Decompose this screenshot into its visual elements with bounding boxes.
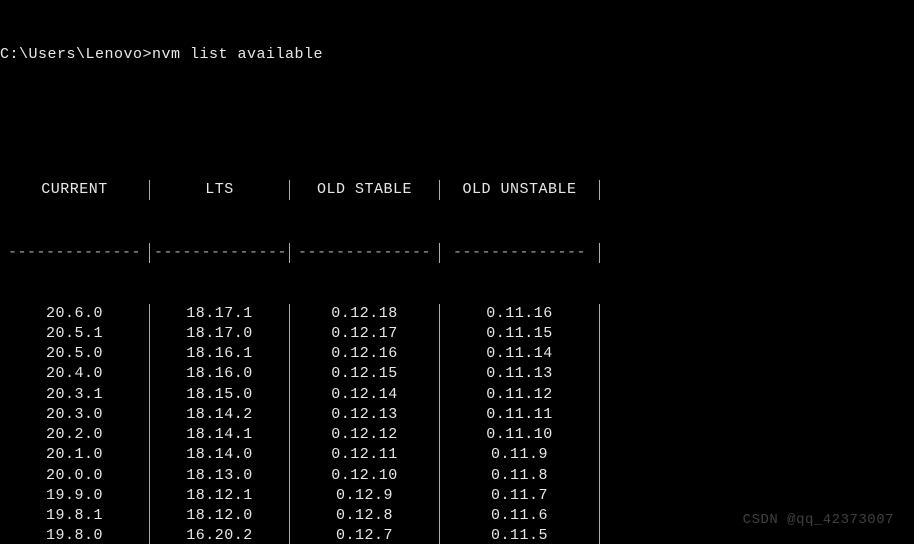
table-cell: 0.12.14 xyxy=(290,385,440,405)
prompt-path: C:\Users\Lenovo> xyxy=(0,46,152,63)
table-cell: 18.12.1 xyxy=(150,486,290,506)
table-row: 20.1.018.14.00.12.110.11.9 xyxy=(0,445,914,465)
table-cell: 20.5.0 xyxy=(0,344,150,364)
table-cell: 20.2.0 xyxy=(0,425,150,445)
table-cell: 0.12.9 xyxy=(290,486,440,506)
table-cell: 0.12.10 xyxy=(290,466,440,486)
table-cell: 19.8.1 xyxy=(0,506,150,526)
table-cell: 0.12.17 xyxy=(290,324,440,344)
table-cell: 20.4.0 xyxy=(0,364,150,384)
table-cell: 20.3.1 xyxy=(0,385,150,405)
table-row: 20.0.018.13.00.12.100.11.8 xyxy=(0,466,914,486)
table-cell: 0.12.11 xyxy=(290,445,440,465)
table-cell: 0.12.18 xyxy=(290,304,440,324)
table-row: 19.9.018.12.10.12.90.11.7 xyxy=(0,486,914,506)
table-cell: 0.12.7 xyxy=(290,526,440,544)
prompt-command: nvm list available xyxy=(152,46,323,63)
table-cell: 18.14.2 xyxy=(150,405,290,425)
table-cell: 18.14.0 xyxy=(150,445,290,465)
watermark: CSDN @qq_42373007 xyxy=(743,511,894,530)
table-cell: 0.11.11 xyxy=(440,405,600,425)
table-cell: 0.11.15 xyxy=(440,324,600,344)
table-cell: 20.3.0 xyxy=(0,405,150,425)
table-cell: 20.5.1 xyxy=(0,324,150,344)
col-header-lts: LTS xyxy=(150,180,290,200)
table-header-row: CURRENT LTS OLD STABLE OLD UNSTABLE xyxy=(0,180,914,202)
table-cell: 0.11.10 xyxy=(440,425,600,445)
table-cell: 0.11.16 xyxy=(440,304,600,324)
table-cell: 18.16.0 xyxy=(150,364,290,384)
table-cell: 18.13.0 xyxy=(150,466,290,486)
table-cell: 19.9.0 xyxy=(0,486,150,506)
table-row: 20.5.018.16.10.12.160.11.14 xyxy=(0,344,914,364)
table-cell: 0.11.8 xyxy=(440,466,600,486)
command-prompt[interactable]: C:\Users\Lenovo>nvm list available xyxy=(0,45,914,65)
table-row: 20.2.018.14.10.12.120.11.10 xyxy=(0,425,914,445)
table-cell: 0.11.7 xyxy=(440,486,600,506)
table-cell: 0.11.9 xyxy=(440,445,600,465)
col-header-old-unstable: OLD UNSTABLE xyxy=(440,180,600,200)
table-cell: 20.6.0 xyxy=(0,304,150,324)
table-row: 20.4.018.16.00.12.150.11.13 xyxy=(0,364,914,384)
table-cell: 0.12.12 xyxy=(290,425,440,445)
table-cell: 18.16.1 xyxy=(150,344,290,364)
table-cell: 0.11.13 xyxy=(440,364,600,384)
version-table: CURRENT LTS OLD STABLE OLD UNSTABLE ----… xyxy=(0,140,914,544)
table-cell: 0.12.16 xyxy=(290,344,440,364)
table-divider: -------------- -------------- ----------… xyxy=(0,243,914,263)
col-header-old-stable: OLD STABLE xyxy=(290,180,440,200)
table-row: 20.3.018.14.20.12.130.11.11 xyxy=(0,405,914,425)
table-cell: 20.1.0 xyxy=(0,445,150,465)
table-cell: 19.8.0 xyxy=(0,526,150,544)
table-cell: 0.12.8 xyxy=(290,506,440,526)
table-cell: 0.12.15 xyxy=(290,364,440,384)
table-cell: 0.11.14 xyxy=(440,344,600,364)
table-cell: 0.11.5 xyxy=(440,526,600,544)
col-header-current: CURRENT xyxy=(0,180,150,200)
table-cell: 20.0.0 xyxy=(0,466,150,486)
table-row: 20.5.118.17.00.12.170.11.15 xyxy=(0,324,914,344)
table-row: 20.3.118.15.00.12.140.11.12 xyxy=(0,385,914,405)
table-row: 20.6.018.17.10.12.180.11.16 xyxy=(0,304,914,324)
table-cell: 0.12.13 xyxy=(290,405,440,425)
table-cell: 18.12.0 xyxy=(150,506,290,526)
table-cell: 18.15.0 xyxy=(150,385,290,405)
table-cell: 0.11.6 xyxy=(440,506,600,526)
table-cell: 18.14.1 xyxy=(150,425,290,445)
table-cell: 18.17.0 xyxy=(150,324,290,344)
table-cell: 0.11.12 xyxy=(440,385,600,405)
table-cell: 18.17.1 xyxy=(150,304,290,324)
table-cell: 16.20.2 xyxy=(150,526,290,544)
